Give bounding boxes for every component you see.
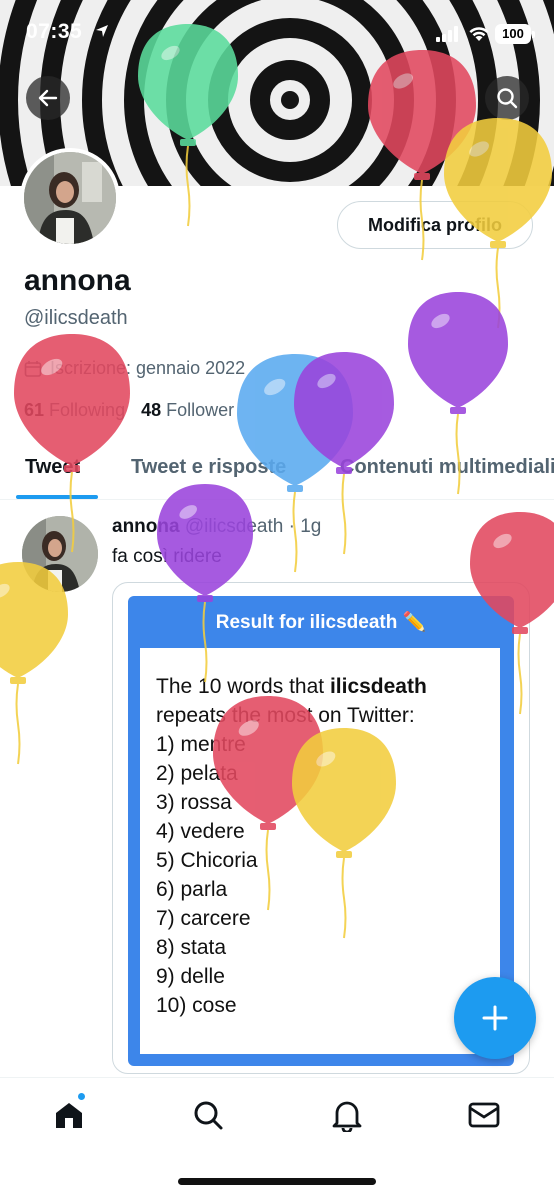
location-arrow-icon [96, 25, 108, 37]
wifi-icon [469, 27, 489, 41]
display-name: annona [24, 264, 131, 297]
word-item: 4) vedere [156, 820, 245, 843]
home-indicator [178, 1178, 376, 1185]
join-date: Iscrizione: gennaio 2022 [24, 358, 245, 379]
battery-tip [532, 31, 535, 38]
follow-stats: 61 Following 48 Follower [24, 400, 234, 421]
nav-home[interactable] [49, 1095, 89, 1135]
edit-profile-button[interactable]: Modifica profilo [337, 201, 533, 249]
tab-media[interactable]: Contenuti multimediali [340, 456, 554, 479]
back-button[interactable] [26, 76, 70, 120]
word-list: 1) mentre 2) pelata 3) rossa 4) vedere 5… [156, 730, 484, 1020]
word-item: 10) cose [156, 994, 237, 1017]
join-date-text: Iscrizione: gennaio 2022 [50, 358, 246, 378]
nav-explore[interactable] [188, 1095, 228, 1135]
balloon [0, 562, 68, 765]
followers-count: 48 [141, 400, 162, 420]
nav-notifications[interactable] [327, 1095, 367, 1135]
tweet-text: fa così ridere [112, 546, 222, 567]
compose-tweet-button[interactable] [454, 977, 536, 1059]
profile-tabs: Tweet Tweet e risposte Contenuti multime… [0, 446, 554, 500]
search-icon [497, 88, 518, 109]
tab-tweet-replies[interactable]: Tweet e risposte [131, 456, 286, 479]
result-intro-prefix: The 10 words that [156, 675, 330, 698]
word-item: 7) carcere [156, 907, 251, 930]
result-intro: The 10 words that ilicsdeath repeats the… [156, 672, 484, 730]
home-icon [56, 1103, 82, 1128]
following-count: 61 [24, 400, 45, 420]
arrow-left-icon [38, 89, 58, 107]
following-link[interactable]: 61 Following [24, 400, 125, 420]
tweet-handle: @ilicsdeath [184, 516, 284, 537]
word-item: 6) parla [156, 878, 228, 901]
word-item: 9) delle [156, 965, 225, 988]
signal-icon [436, 26, 458, 42]
active-tab-indicator [16, 495, 98, 499]
result-intro-suffix: repeats the most on Twitter: [156, 704, 415, 727]
profile-handle: @ilicsdeath [24, 307, 128, 329]
tweet-author[interactable]: annona [112, 516, 180, 537]
battery-indicator: 100 [495, 24, 531, 44]
nav-messages[interactable] [464, 1095, 504, 1135]
calendar-icon [24, 360, 42, 377]
mail-icon [468, 1102, 500, 1128]
result-intro-username: ilicsdeath [329, 675, 427, 698]
word-item: 5) Chicoria [156, 849, 258, 872]
result-title: Result for ilicsdeath ✏️ [215, 612, 427, 633]
tab-tweet[interactable]: Tweet [25, 456, 80, 479]
followers-link[interactable]: 48 Follower [141, 400, 234, 420]
word-item: 8) stata [156, 936, 227, 959]
plus-icon [482, 1005, 508, 1031]
tweet-time: · 1g [288, 516, 322, 537]
followers-label: Follower [166, 400, 235, 420]
search-button[interactable] [485, 76, 529, 120]
tweet-avatar[interactable] [22, 516, 98, 592]
status-bar: 07:35 100 [0, 0, 554, 68]
home-notification-dot [77, 1092, 86, 1101]
avatar[interactable] [20, 148, 120, 248]
following-label: Following [49, 400, 126, 420]
word-item: 1) mentre [156, 733, 246, 756]
result-content: The 10 words that ilicsdeath repeats the… [140, 648, 500, 1054]
result-image[interactable]: Result for ilicsdeath ✏️ The 10 words th… [128, 596, 514, 1066]
search-icon [194, 1101, 223, 1130]
word-item: 3) rossa [156, 791, 232, 814]
bell-icon [332, 1101, 362, 1132]
tweet-header: annona @ilicsdeath · 1g [112, 516, 321, 538]
word-item: 2) pelata [156, 762, 238, 785]
status-time: 07:35 [26, 20, 83, 43]
